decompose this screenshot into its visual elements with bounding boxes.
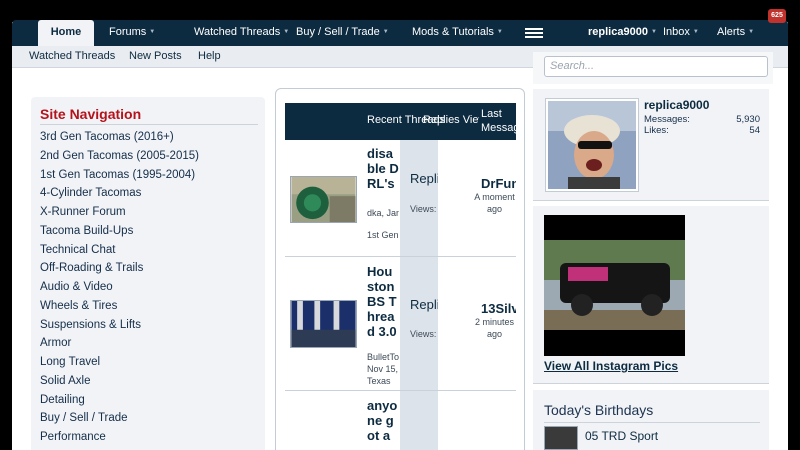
replies-views-header[interactable]: Replies Views (423, 114, 479, 126)
thread-title[interactable]: anyone got a (367, 398, 399, 443)
last-poster[interactable]: 13Silver (481, 301, 516, 316)
sitenav-item[interactable]: Technical Chat (40, 241, 199, 260)
birthdays-title: Today's Birthdays (544, 402, 654, 418)
subnav-watched-threads[interactable]: Watched Threads (29, 50, 115, 62)
search-input[interactable]: Search... (544, 56, 768, 77)
chevron-down-icon: ▼ (149, 29, 156, 35)
chevron-down-icon: ▼ (382, 29, 389, 35)
sitenav-item[interactable]: 3rd Gen Tacomas (2016+) (40, 128, 199, 147)
sitenav-item[interactable]: X-Runner Forum (40, 203, 199, 222)
nav-mods-tutorials-tab[interactable]: Mods & Tutorials ▼ (412, 20, 503, 46)
sitenav-item[interactable]: Off-Roading & Trails (40, 259, 199, 278)
sitenav-item[interactable]: Wheels & Tires (40, 297, 199, 316)
sitenav-item[interactable]: Tacoma Build-Ups (40, 222, 199, 241)
messages-count[interactable]: 5,930 (736, 114, 760, 125)
sitenav-item[interactable]: 1st Gen Tacomas (1995-2004) (40, 166, 199, 185)
nav-mods-tutorials-label: Mods & Tutorials (412, 26, 494, 38)
sitenav-item[interactable]: Audio & Video (40, 278, 199, 297)
sitenav-item[interactable]: Buy / Sell / Trade (40, 409, 199, 428)
nav-watched-threads-tab[interactable]: Watched Threads ▼ (194, 20, 289, 46)
nav-inbox-label: Inbox (663, 26, 690, 38)
last-post-date[interactable]: A moment ago (473, 191, 516, 215)
site-navigation-panel: Site Navigation 3rd Gen Tacomas (2016+) … (31, 97, 265, 450)
thread-replies: Replies: 77,861 (410, 297, 438, 312)
nav-inbox-tab[interactable]: Inbox ▼ (663, 20, 699, 46)
sitenav-item[interactable]: Suspensions & Lifts (40, 316, 199, 335)
instagram-panel: View All Instagram Pics (533, 206, 769, 384)
birthdays-panel: Today's Birthdays 05 TRD Sport (533, 390, 769, 450)
threads-table: Recent Threads Replies Views Last Messag… (285, 103, 516, 450)
avatar[interactable] (545, 98, 639, 192)
last-message-header[interactable]: Last Message (481, 107, 516, 135)
nav-alerts-tab[interactable]: Alerts ▼ (717, 20, 754, 46)
nav-forums-tab[interactable]: Forums ▼ (109, 20, 155, 46)
member-info-panel: replica9000 Messages: 5,930 Likes: 54 (533, 89, 769, 201)
menu-icon[interactable] (525, 28, 543, 40)
chevron-down-icon: ▼ (692, 29, 699, 35)
sitenav-item[interactable]: Armor (40, 334, 199, 353)
member-username[interactable]: replica9000 (644, 98, 709, 112)
nav-forums-label: Forums (109, 26, 147, 38)
threads-table-header: Recent Threads Replies Views Last Messag… (285, 103, 516, 140)
sitenav-item[interactable]: 4-Cylinder Tacomas (40, 184, 199, 203)
table-row[interactable]: disable DRL's dka, Jan 19, 2010 1st Gen … (285, 140, 516, 257)
site-navigation-title: Site Navigation (40, 106, 142, 122)
sitenav-item[interactable]: 2nd Gen Tacomas (2005-2015) (40, 147, 199, 166)
chevron-down-icon: ▼ (283, 29, 290, 35)
instagram-photo (544, 215, 685, 356)
thread-views: Views: 8,787 (410, 204, 438, 214)
thread-views: Views: 1,048,300 (410, 329, 438, 339)
thread-starter: BulletTooth (367, 352, 399, 362)
sitenav-item[interactable]: Detailing (40, 391, 199, 410)
avatar-image (548, 101, 636, 189)
chevron-down-icon: ▼ (650, 29, 657, 35)
likes-count: 54 (749, 125, 760, 136)
instagram-image[interactable] (544, 215, 685, 356)
nav-home-tab[interactable]: Home (38, 20, 94, 46)
chevron-down-icon: ▼ (748, 29, 755, 35)
thread-thumbnail (290, 176, 357, 223)
chevron-down-icon: ▼ (496, 29, 503, 35)
likes-label: Likes: (644, 125, 669, 136)
left-edge (0, 0, 12, 450)
sitenav-item[interactable]: Long Travel (40, 353, 199, 372)
nav-watched-threads-label: Watched Threads (194, 26, 281, 38)
thread-forum[interactable]: Texas (367, 376, 399, 387)
member-messages: Messages: 5,930 (644, 114, 760, 125)
table-row[interactable]: Houston BS Thread 3.0 BulletTooth Nov 15… (285, 257, 516, 391)
alerts-count-badge[interactable]: 625 (768, 9, 786, 23)
thread-start-date: Nov 15, 2011 (367, 364, 399, 374)
thread-starter: dka, Jan 19, 2010 (367, 208, 399, 218)
last-post-date[interactable]: 2 minutes ago (473, 316, 516, 340)
divider (544, 422, 760, 423)
birthday-avatar[interactable] (544, 426, 578, 450)
birthday-member[interactable]: 05 TRD Sport (585, 429, 658, 443)
nav-user-tab[interactable]: replica9000 ▼ (588, 20, 657, 46)
thread-title[interactable]: Houston BS Thread 3.0 (367, 264, 399, 339)
nav-buy-sell-trade-label: Buy / Sell / Trade (296, 26, 380, 38)
thread-title[interactable]: disable DRL's (367, 146, 399, 191)
subnav-help[interactable]: Help (198, 50, 221, 62)
recent-threads-panel: Recent Threads Replies Views Last Messag… (275, 88, 525, 450)
nav-alerts-label: Alerts (717, 26, 746, 38)
top-strip (0, 0, 800, 22)
table-row[interactable]: anyone got a (285, 391, 516, 450)
last-poster[interactable]: DrFun (481, 176, 516, 191)
sitenav-item[interactable]: Performance (40, 428, 199, 447)
nav-username: replica9000 (588, 26, 648, 38)
site-navigation-list: 3rd Gen Tacomas (2016+) 2nd Gen Tacomas … (40, 128, 199, 447)
right-edge (788, 0, 800, 450)
sitenav-item[interactable]: Solid Axle (40, 372, 199, 391)
thread-forum[interactable]: 1st Gen Tacomas (367, 230, 399, 241)
messages-label: Messages: (644, 114, 690, 125)
divider (40, 124, 258, 125)
view-instagram-link[interactable]: View All Instagram Pics (544, 359, 678, 373)
nav-buy-sell-trade-tab[interactable]: Buy / Sell / Trade ▼ (296, 20, 389, 46)
thread-thumbnail (290, 300, 357, 348)
main-navbar: Home Forums ▼ Watched Threads ▼ Buy / Sell… (12, 20, 788, 46)
member-likes: Likes: 54 (644, 125, 760, 136)
subnav-new-posts[interactable]: New Posts (129, 50, 182, 62)
thread-replies: Replies: 66 (410, 171, 438, 186)
